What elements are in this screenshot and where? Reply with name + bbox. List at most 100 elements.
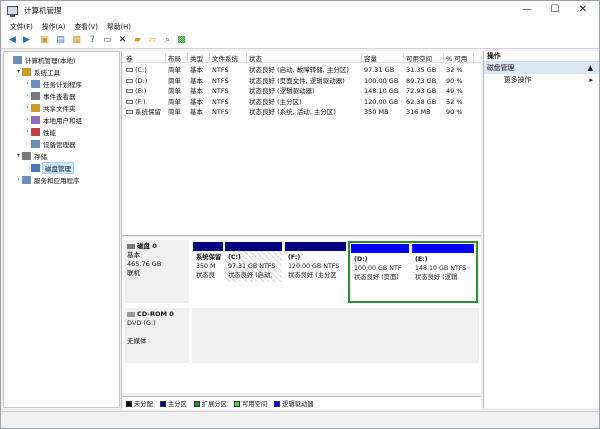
tree-item[interactable]: ▾ 存储 [15,150,47,161]
partition-block[interactable]: (E:) 148.10 GB NTFS 状态良好 (逻辑 [412,244,474,300]
menu-file[interactable]: 文件(F) [10,21,33,31]
tree-item-label: 计算机管理(本地) [25,56,76,65]
tree-item[interactable]: 计算机管理(本地) [6,54,76,65]
column-header[interactable]: 类型 [188,53,210,63]
show-hide-tree-icon[interactable]: ▤ [55,35,66,46]
partition-body: (F:) 120.00 GB NTFS 状态良好 (主分区 [285,251,346,282]
partition-block[interactable]: (F:) 120.00 GB NTFS 状态良好 (主分区 [285,242,346,301]
table-row[interactable]: (D:) 简单 基本 NTFS 状态良好 (页面文件, 逻辑驱动器) 100.00 GB 8… [122,76,481,87]
table-cell: 基本 [190,108,203,116]
tree-item-label: 系统工具 [34,68,60,77]
menu-help[interactable]: 帮助(H) [107,21,131,31]
cdrom-0-area[interactable] [192,308,479,363]
tree-item[interactable]: › 任务计划程序 [24,78,82,89]
maximize-button[interactable]: ☐ [541,1,569,19]
table-row[interactable]: 系统保留 简单 基本 NTFS 状态良好 (系统, 活动, 主分区) 350 MB 316 … [122,107,481,118]
tree-item[interactable]: › 事件查看器 [24,90,76,101]
device-manager-icon [31,139,40,148]
delete-icon[interactable]: ✕ [117,35,128,46]
table-cell: 49 % [446,87,463,95]
partition-type-bar [285,242,346,251]
settings-icon[interactable]: ▩ [176,35,187,46]
menu-action[interactable]: 操作(A) [42,21,66,31]
legend-item: 可用空间 [233,399,267,408]
disk-0-size: 465.76 GB [127,260,162,268]
export-list-icon[interactable]: ▭ [102,35,113,46]
help-icon[interactable]: ? [87,35,98,46]
volume-name-cell: (D:) [124,76,166,86]
tree-item[interactable]: › 服务和应用程序 [15,174,80,185]
disk-0-label[interactable]: 磁盘 0 基本 465.76 GB 联机 [124,240,189,303]
tree-expander-icon[interactable]: › [15,176,22,183]
column-header[interactable]: % 可用 [444,53,474,63]
partition-block[interactable]: 系统保留 350 M 状态良 [193,242,223,301]
tree-expander-icon[interactable]: › [24,80,31,87]
search-icon[interactable]: ⌕ [162,35,173,46]
table-cell: 状态良好 (页面文件, 逻辑驱动器) [249,76,345,85]
column-header[interactable]: 文件系统 [210,53,247,63]
table-row[interactable]: (E:) 简单 基本 NTFS 状态良好 (逻辑驱动器) 148.10 GB 72.93 G… [122,86,481,97]
table-cell: 31.35 GB [406,66,437,74]
cdrom-0-label[interactable]: CD-ROM 0 DVD (G:) 无媒体 [124,308,189,363]
table-cell: 基本 [190,66,203,74]
menu-view[interactable]: 查看(V) [74,21,98,31]
tree-item[interactable]: › 本地用户和组 [24,114,82,125]
tree-item-label: 本地用户和组 [43,116,82,125]
properties-icon[interactable]: ▦ [71,35,82,46]
table-cell: NTFS [212,76,229,85]
forward-arrow-icon[interactable]: ▶ [21,35,32,46]
tree-item-label: 存储 [34,152,47,161]
table-row[interactable]: (C:) 简单 基本 NTFS 状态良好 (启动, 故障转储, 主分区) 97.31 GB… [122,65,481,76]
column-header[interactable]: 布局 [166,53,188,63]
table-row[interactable]: (F:) 简单 基本 NTFS 状态良好 (主分区) 120.00 GB 62.38 GB 5… [122,97,481,108]
clock-icon [31,79,40,88]
actions-section-disk-management[interactable]: 磁盘管理 ▲ [484,62,599,74]
minimize-button[interactable]: — [513,1,541,19]
collapse-arrow-icon[interactable]: ▲ [588,62,593,74]
table-cell: 状态良好 (系统, 活动, 主分区) [249,108,336,116]
table-cell: 状态良好 (逻辑驱动器) [249,87,315,95]
tree-expander-icon[interactable]: › [24,92,31,99]
tree-item[interactable]: › 共享文件夹 [24,102,76,113]
storage-icon [22,151,31,160]
folder-up-icon[interactable]: ▣ [39,35,50,46]
volume-icon [126,99,133,104]
legend-item: 主分区 [159,399,187,408]
column-header[interactable]: 状态 [247,53,362,63]
partition-block[interactable]: (D:) 100.00 GB NTF 状态良好 (页面) [351,244,409,300]
tree-expander-icon[interactable]: › [24,116,31,123]
folder-icon[interactable]: ▰ [132,35,143,46]
cdrom-0-status: 无媒体 [127,337,147,345]
partition-size: 97.31 GB NTFS [228,263,276,270]
event-viewer-icon [31,91,40,100]
submenu-arrow-icon: ▸ [589,76,593,84]
tree-expander-icon[interactable]: › [24,104,31,111]
column-header[interactable]: 容量 [362,53,404,63]
legend-label: 未分配 [134,401,153,408]
tree-item[interactable]: › 性能 [24,126,56,137]
legend-item: 逻辑驱动器 [274,399,314,408]
column-header[interactable]: 可用空间 [404,53,444,63]
partition-type-bar [193,242,223,251]
computer-icon [13,55,22,64]
users-icon [31,115,40,124]
tree-item[interactable]: 磁盘管理 [24,161,74,174]
tree-expander-icon[interactable]: ▾ [15,68,22,75]
partition-block[interactable]: (C:) 97.31 GB NTFS 状态良好 (启动, [225,242,282,301]
navigation-tree: 计算机管理(本地) ▾ 系统工具 › 任务计划程序 › 事件查看器 › 共享文件夹 › 本地用户和组… [3,51,120,408]
tree-item[interactable]: ▾ 系统工具 [15,66,60,77]
tree-expander-icon[interactable]: › [24,128,31,135]
back-arrow-icon[interactable]: ◀ [7,35,18,46]
partition-size: 148.10 GB NTFS [415,265,467,272]
column-header[interactable]: 卷 [124,53,166,63]
legend-swatch [233,400,240,407]
tree-expander-icon[interactable]: ▾ [15,152,22,159]
open-folder-icon[interactable]: ▱ [147,35,158,46]
tree-item[interactable]: 设备管理器 [24,138,76,149]
partition-type-bar [351,244,409,253]
more-actions-item[interactable]: 更多操作 ▸ [484,74,599,86]
partition-size: 120.00 GB NTFS [288,263,340,270]
close-button[interactable]: ✕ [569,1,597,19]
table-cell: 62.38 GB [406,97,437,106]
table-cell: 72.93 GB [406,87,437,95]
